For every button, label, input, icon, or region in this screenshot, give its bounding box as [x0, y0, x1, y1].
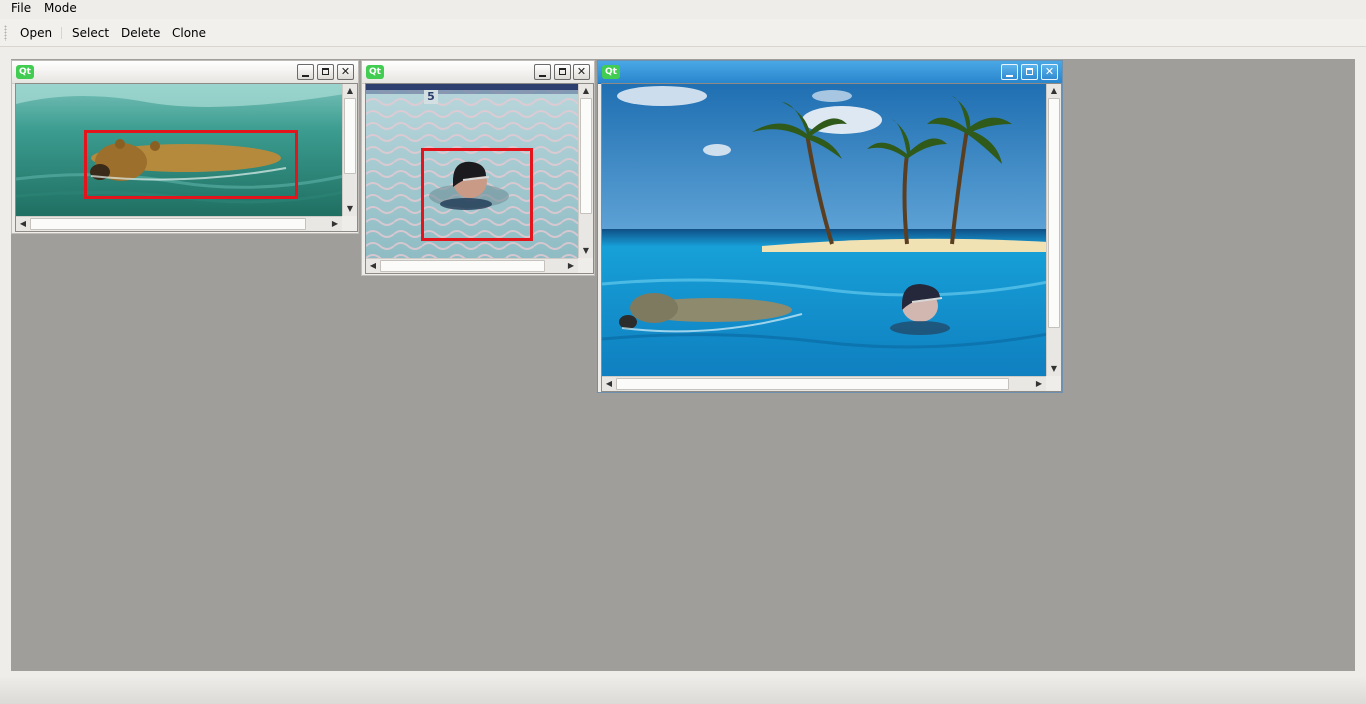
horizontal-scroll-thumb[interactable]: [616, 378, 1009, 390]
close-icon: ✕: [576, 65, 587, 78]
swimmer-image: 5: [366, 84, 578, 258]
scroll-right-arrow-icon[interactable]: ▶: [328, 217, 342, 231]
scroll-corner: [1046, 376, 1061, 391]
lane-number-marker: 5: [424, 90, 438, 104]
subwindow-bear[interactable]: Qt ✕ ▲ ▼ ◀ ▶: [11, 60, 359, 234]
vertical-scroll-thumb[interactable]: [1048, 98, 1060, 328]
image-viewport[interactable]: 5 ▲ ▼ ◀ ▶: [365, 83, 594, 274]
minimize-icon: [539, 75, 546, 77]
scroll-corner: [578, 258, 593, 273]
horizontal-scroll-thumb[interactable]: [30, 218, 306, 230]
open-button[interactable]: Open: [17, 26, 55, 40]
bear-image: [16, 84, 342, 216]
qt-logo-icon: Qt: [16, 65, 34, 79]
vertical-scrollbar[interactable]: ▲ ▼: [1046, 84, 1061, 376]
vertical-scrollbar[interactable]: ▲ ▼: [578, 84, 593, 258]
scroll-down-arrow-icon[interactable]: ▼: [343, 202, 357, 216]
horizontal-scrollbar[interactable]: ◀ ▶: [16, 216, 342, 231]
subwindow-swimmer[interactable]: Qt ✕ 5 ▲ ▼ ◀ ▶: [361, 60, 595, 276]
maximize-button[interactable]: [1021, 64, 1038, 80]
island-composite-image: [602, 84, 1046, 376]
close-button[interactable]: ✕: [1041, 64, 1058, 80]
horizontal-scrollbar[interactable]: ◀ ▶: [366, 258, 578, 273]
scroll-down-arrow-icon[interactable]: ▼: [1047, 362, 1061, 376]
vertical-scroll-thumb[interactable]: [344, 98, 356, 174]
menu-bar: File Mode: [0, 0, 1366, 18]
subwindow-titlebar[interactable]: Qt ✕: [598, 61, 1062, 84]
delete-button[interactable]: Delete: [118, 26, 163, 40]
menu-mode[interactable]: Mode: [41, 1, 80, 15]
minimize-button[interactable]: [297, 64, 314, 80]
select-button[interactable]: Select: [69, 26, 112, 40]
maximize-icon: [322, 68, 329, 75]
toolbar-grip[interactable]: [4, 25, 7, 41]
menu-file[interactable]: File: [8, 1, 34, 15]
close-button[interactable]: ✕: [337, 64, 354, 80]
maximize-icon: [559, 68, 566, 75]
scroll-right-arrow-icon[interactable]: ▶: [564, 259, 578, 273]
toolbar-separator: [61, 27, 62, 39]
minimize-button[interactable]: [1001, 64, 1018, 80]
qt-logo-icon: Qt: [366, 65, 384, 79]
status-bar: [0, 676, 1366, 704]
maximize-button[interactable]: [317, 64, 334, 80]
vertical-scroll-thumb[interactable]: [580, 98, 592, 214]
subwindow-titlebar[interactable]: Qt ✕: [12, 61, 358, 84]
toolbar: Open Select Delete Clone: [0, 19, 1366, 47]
subwindow-titlebar[interactable]: Qt ✕: [362, 61, 594, 84]
scroll-corner: [342, 216, 357, 231]
scroll-up-arrow-icon[interactable]: ▲: [579, 84, 593, 98]
scroll-up-arrow-icon[interactable]: ▲: [1047, 84, 1061, 98]
clone-button[interactable]: Clone: [169, 26, 209, 40]
horizontal-scrollbar[interactable]: ◀ ▶: [602, 376, 1046, 391]
close-icon: ✕: [340, 65, 351, 78]
minimize-icon: [302, 75, 309, 77]
scroll-down-arrow-icon[interactable]: ▼: [579, 244, 593, 258]
horizontal-scroll-thumb[interactable]: [380, 260, 545, 272]
minimize-button[interactable]: [534, 64, 551, 80]
subwindow-composite[interactable]: Qt ✕ ▲ ▼ ◀ ▶: [597, 60, 1063, 393]
close-button[interactable]: ✕: [573, 64, 590, 80]
scroll-left-arrow-icon[interactable]: ◀: [366, 259, 380, 273]
maximize-icon: [1026, 68, 1033, 75]
maximize-button[interactable]: [554, 64, 571, 80]
image-viewport[interactable]: ▲ ▼ ◀ ▶: [15, 83, 358, 232]
minimize-icon: [1006, 75, 1013, 77]
bear-selection-box[interactable]: [84, 130, 298, 199]
scroll-left-arrow-icon[interactable]: ◀: [602, 377, 616, 391]
scroll-left-arrow-icon[interactable]: ◀: [16, 217, 30, 231]
qt-logo-icon: Qt: [602, 65, 620, 79]
scroll-right-arrow-icon[interactable]: ▶: [1032, 377, 1046, 391]
swimmer-selection-box[interactable]: [421, 148, 533, 241]
close-icon: ✕: [1044, 65, 1055, 78]
vertical-scrollbar[interactable]: ▲ ▼: [342, 84, 357, 216]
image-viewport[interactable]: ▲ ▼ ◀ ▶: [601, 83, 1062, 392]
scroll-up-arrow-icon[interactable]: ▲: [343, 84, 357, 98]
